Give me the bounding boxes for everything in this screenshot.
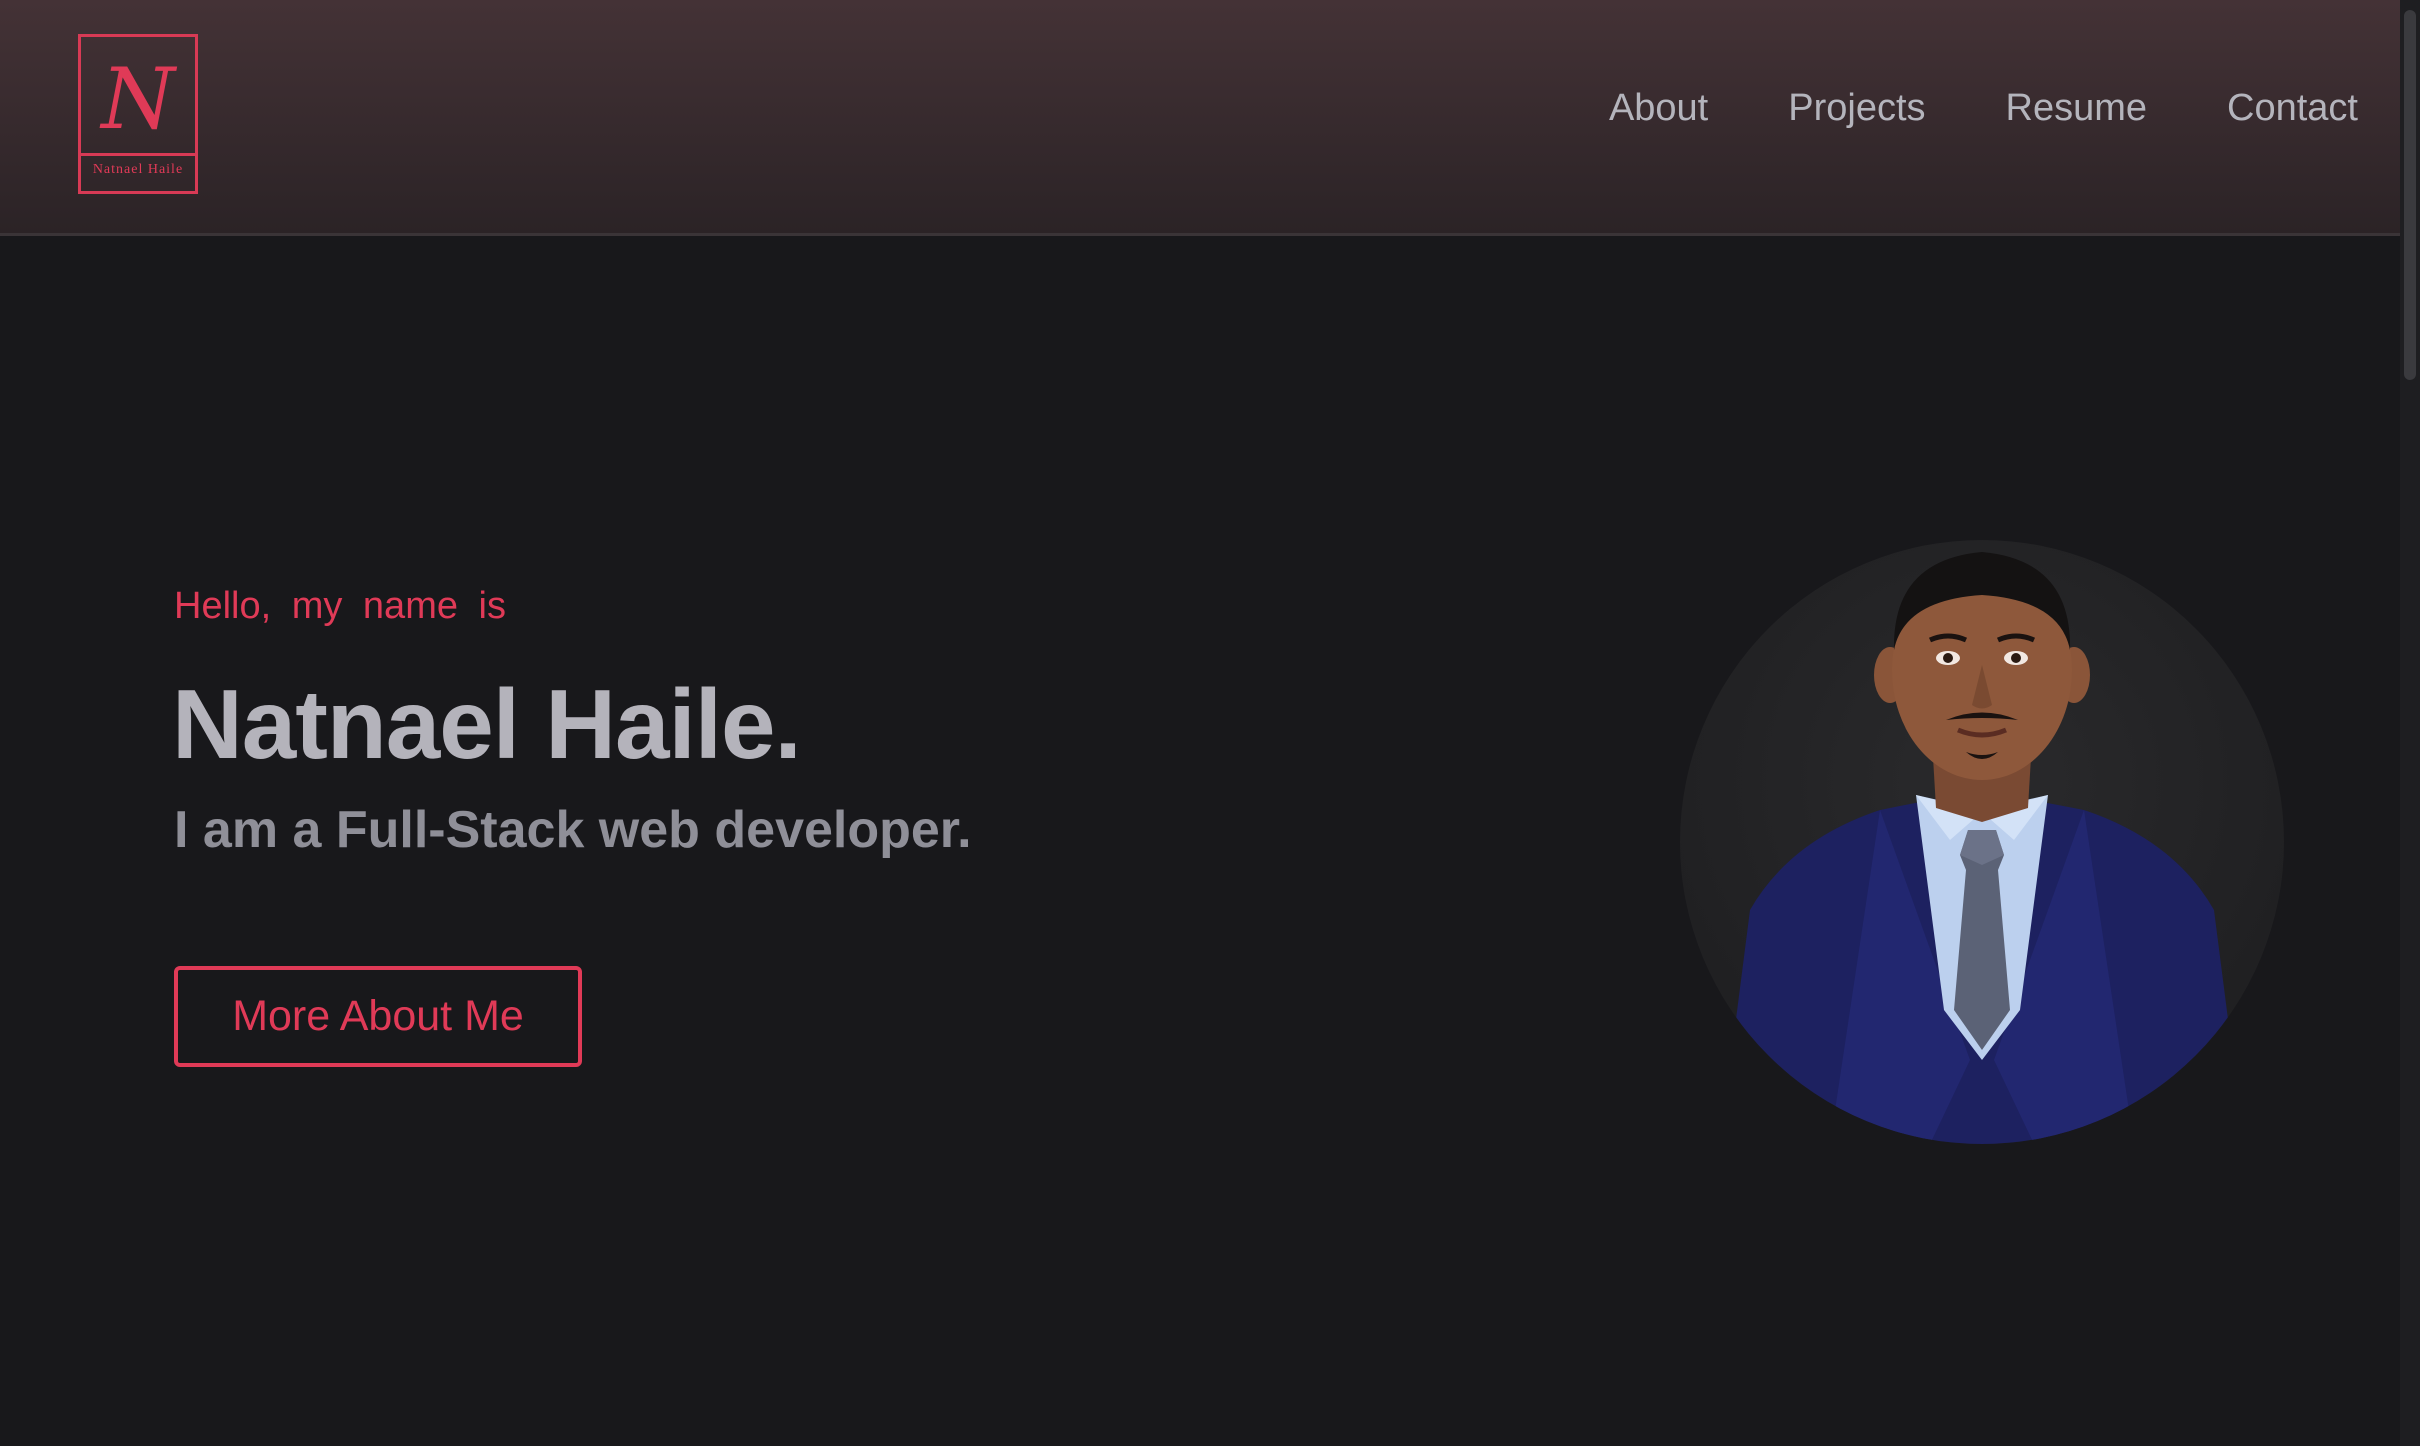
nav-resume[interactable]: Resume xyxy=(2006,80,2148,136)
main-nav: About Projects Resume Contact xyxy=(1609,80,2358,136)
hero-name: Natnael Haile. xyxy=(172,669,802,779)
hero-tagline: I am a Full-Stack web developer. xyxy=(174,801,972,859)
nav-about[interactable]: About xyxy=(1609,80,1708,136)
scrollbar-thumb[interactable] xyxy=(2404,10,2416,380)
site-header: N Natnael Haile About Projects Resume Co… xyxy=(0,0,2400,236)
nav-projects[interactable]: Projects xyxy=(1788,80,1925,136)
more-about-me-button[interactable]: More About Me xyxy=(174,966,582,1067)
page-scrollbar[interactable] xyxy=(2400,0,2420,1446)
nav-contact[interactable]: Contact xyxy=(2227,80,2358,136)
hero-greeting: Hello, my name is xyxy=(174,585,506,627)
profile-photo-illustration xyxy=(1720,552,2244,1144)
logo[interactable]: N Natnael Haile xyxy=(78,34,198,194)
profile-photo xyxy=(1680,540,2284,1144)
logo-letter: N xyxy=(101,50,175,148)
logo-divider xyxy=(81,153,195,156)
page: N Natnael Haile About Projects Resume Co… xyxy=(0,0,2420,1446)
logo-name: Natnael Haile xyxy=(92,162,184,177)
